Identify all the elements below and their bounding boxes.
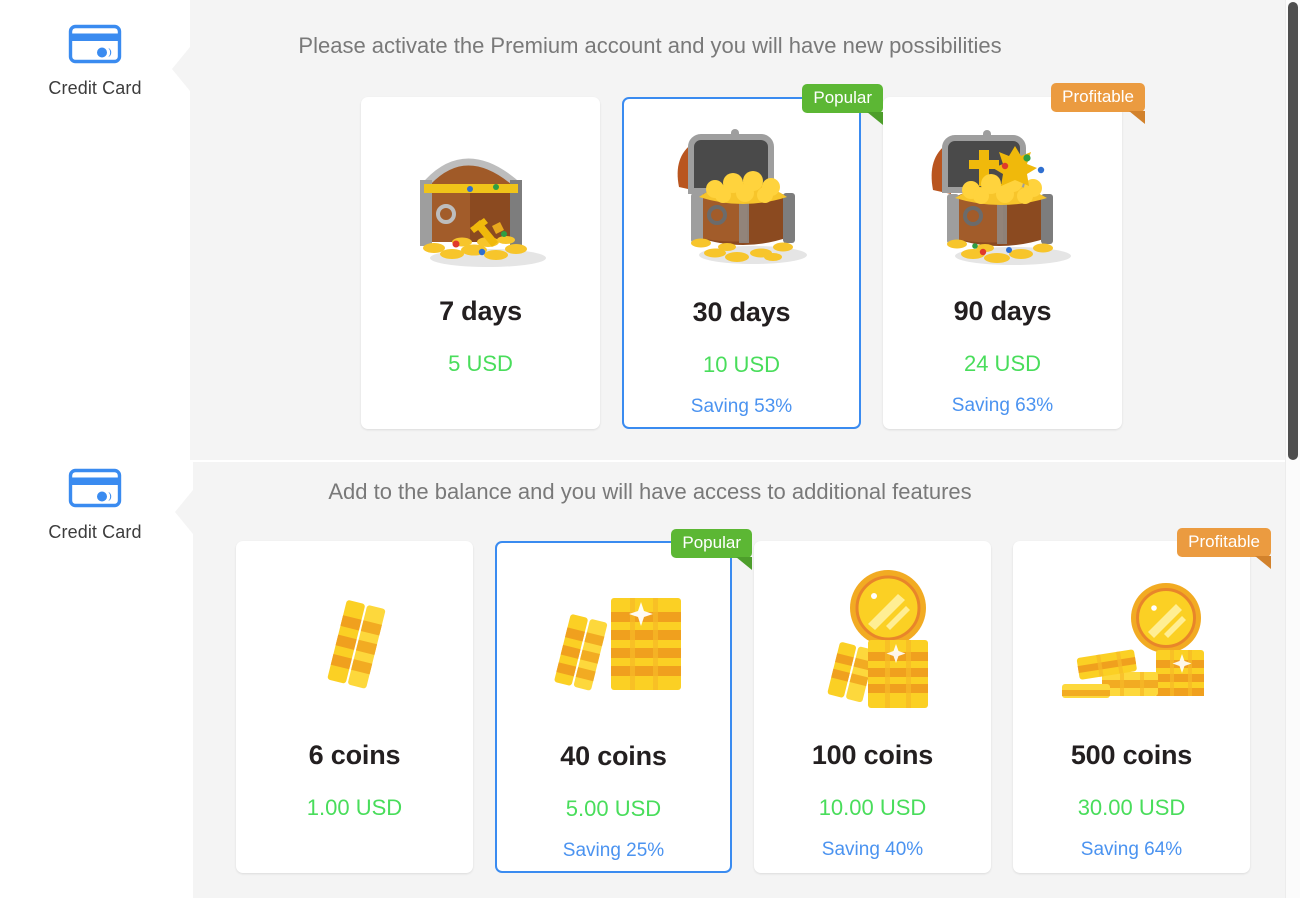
plan-price: 10 USD (702, 352, 781, 377)
sidebar-item-label: Credit Card (48, 78, 142, 98)
coin-package-list: 6 coins 1.00 USD Popular 40 coins 5.00 U… (236, 528, 1271, 873)
coin-package-title: 100 coins (811, 740, 934, 770)
plan-price: 5 USD (448, 351, 513, 376)
coin-package-card[interactable]: 100 coins 10.00 USD Saving 40% (754, 541, 991, 873)
plan-title: 7 days (439, 296, 522, 326)
coin-package-price: 10.00 USD (818, 795, 927, 820)
treasure-chest-open-icon (624, 99, 859, 299)
status-badge: Profitable (1177, 528, 1271, 568)
sidebar-item-label: Credit Card (48, 522, 142, 542)
plan-title: 30 days (692, 297, 791, 327)
coin-package-saving: Saving 64% (1080, 839, 1183, 860)
coin-package-saving: Saving 40% (821, 839, 924, 860)
coin-package-card[interactable]: Popular 40 coins 5.00 USD Saving 25% (495, 529, 752, 873)
plan-card[interactable]: 7 days 5 USD (361, 97, 600, 429)
coin-package-title: 40 coins (560, 741, 667, 771)
coin-package-price: 5.00 USD (565, 796, 662, 821)
status-badge: Popular (802, 84, 883, 124)
vertical-scrollbar-track[interactable] (1285, 0, 1300, 898)
coin-package-card[interactable]: Profitable 500 coins 30.00 USD Saving 64… (1013, 528, 1271, 873)
premium-plan-list: 7 days 5 USD Popular 30 days 10 USD Savi… (361, 83, 1145, 429)
plan-price: 24 USD (963, 351, 1042, 376)
coin-package-price: 30.00 USD (1077, 795, 1186, 820)
treasure-chest-closed-icon (362, 98, 599, 298)
coin-package-title: 6 coins (308, 740, 401, 770)
status-badge: Popular (671, 529, 752, 569)
coin-package-card[interactable]: 6 coins 1.00 USD (236, 541, 473, 873)
coin-pile-icon (1014, 542, 1249, 742)
premium-section-heading: Please activate the Premium account and … (298, 33, 1002, 58)
balance-section-heading: Add to the balance and you will have acc… (328, 479, 972, 504)
plan-title: 90 days (953, 296, 1052, 326)
plan-card[interactable]: Profitable 90 days 24 USD Saving 63% (883, 83, 1145, 429)
coin-package-title: 500 coins (1070, 740, 1193, 770)
coin-package-saving: Saving 25% (562, 840, 665, 861)
coin-package-price: 1.00 USD (306, 795, 403, 820)
plan-saving: Saving 63% (951, 395, 1054, 416)
plan-saving: Saving 53% (690, 396, 793, 417)
two-coin-bars-icon (237, 542, 472, 742)
status-badge: Profitable (1051, 83, 1145, 123)
coin-stack-large-icon (497, 543, 730, 743)
plan-card[interactable]: Popular 30 days 10 USD Saving 53% (622, 84, 883, 429)
treasure-chest-full-icon (884, 98, 1121, 298)
coin-with-stack-icon (755, 542, 990, 742)
vertical-scrollbar-thumb[interactable] (1288, 2, 1298, 460)
purchase-screen: Credit Card Credit Card Please activate … (0, 0, 1300, 898)
